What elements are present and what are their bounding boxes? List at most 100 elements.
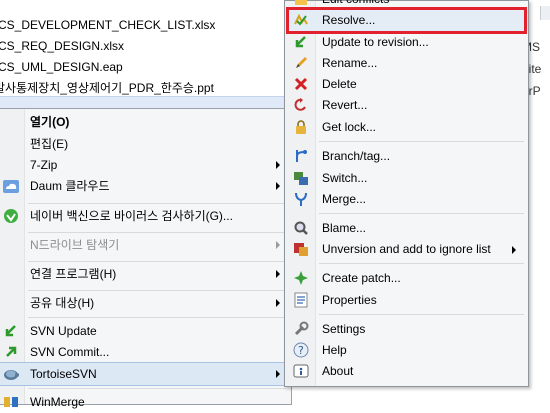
submenu-arrow-icon xyxy=(276,161,280,169)
properties-icon xyxy=(293,292,309,308)
submenu-item-rename[interactable]: Rename... xyxy=(285,53,528,74)
menu-item-label: SVN Update xyxy=(30,324,97,338)
menu-item-label: 열기(O) xyxy=(30,115,70,129)
tortoisesvn-submenu: Edit conflicts Resolve... Update to revi… xyxy=(284,0,529,387)
menu-item-label: SVN Commit... xyxy=(30,345,110,359)
settings-icon xyxy=(293,321,309,337)
submenu-arrow-icon xyxy=(276,270,280,278)
submenu-item-label: Help xyxy=(322,343,347,357)
menu-item-label: 네이버 백신으로 바이러스 검사하기(G)... xyxy=(30,209,233,223)
cloud-icon xyxy=(3,178,19,194)
submenu-item-get-lock[interactable]: Get lock... xyxy=(285,117,528,138)
menu-item-edit[interactable]: 편집(E) xyxy=(0,133,290,155)
menu-item-open-with[interactable]: 연결 프로그램(H) xyxy=(0,263,290,285)
menu-item-ndrive[interactable]: N드라이브 탐색기 xyxy=(0,234,290,256)
svn-update-icon xyxy=(3,323,19,339)
revert-icon xyxy=(293,97,309,113)
svn-commit-icon xyxy=(3,344,19,360)
submenu-item-blame[interactable]: Blame... xyxy=(285,218,528,239)
menu-separator xyxy=(28,203,286,204)
submenu-item-label: Unversion and add to ignore list xyxy=(322,242,491,256)
submenu-item-label: Rename... xyxy=(322,56,378,70)
menu-item-share-with[interactable]: 공유 대상(H) xyxy=(0,292,290,314)
submenu-item-label: Merge... xyxy=(322,192,367,206)
submenu-item-create-patch[interactable]: Create patch... xyxy=(285,268,528,289)
shield-icon xyxy=(3,208,19,224)
menu-item-svn-update[interactable]: SVN Update xyxy=(0,320,290,342)
menu-item-open[interactable]: 열기(O) xyxy=(0,111,290,133)
tortoise-icon xyxy=(3,366,19,382)
pencil-icon xyxy=(293,55,309,71)
branch-icon xyxy=(293,148,309,164)
submenu-arrow-icon xyxy=(512,246,516,254)
submenu-item-delete[interactable]: Delete xyxy=(285,74,528,95)
menu-separator xyxy=(28,388,286,389)
submenu-item-switch[interactable]: Switch... xyxy=(285,168,528,189)
blame-icon xyxy=(293,220,309,236)
submenu-item-unversion-ignore[interactable]: Unversion and add to ignore list xyxy=(285,239,528,260)
submenu-arrow-icon xyxy=(276,370,280,378)
submenu-item-help[interactable]: ? Help xyxy=(285,340,528,361)
submenu-item-label: Switch... xyxy=(322,171,368,185)
switch-icon xyxy=(293,170,309,186)
menu-item-label: 7-Zip xyxy=(30,158,58,172)
update-revision-icon xyxy=(293,34,309,50)
winmerge-icon xyxy=(3,394,19,410)
ignore-icon xyxy=(293,241,309,257)
merge-icon xyxy=(293,191,309,207)
submenu-item-update-to-revision[interactable]: Update to revision... xyxy=(285,32,528,53)
submenu-item-properties[interactable]: Properties xyxy=(285,290,528,311)
resolve-highlight-box xyxy=(286,7,527,34)
menu-separator xyxy=(28,232,286,233)
file-row[interactable]: CS_DEVELOPMENT_CHECK_LIST.xlsx xyxy=(0,15,215,36)
submenu-item-label: Get lock... xyxy=(322,120,377,134)
menu-item-label: WinMerge xyxy=(30,395,85,409)
submenu-item-label: Blame... xyxy=(322,221,367,235)
menu-separator xyxy=(319,263,524,264)
context-menu: 열기(O) 편집(E) 7-Zip Daum 클라우드 네이버 백신으로 바이러… xyxy=(0,108,292,409)
menu-separator xyxy=(28,317,286,318)
submenu-item-branch-tag[interactable]: Branch/tag... xyxy=(285,146,528,167)
submenu-item-label: Settings xyxy=(322,322,366,336)
submenu-item-label: Revert... xyxy=(322,98,368,112)
submenu-item-label: About xyxy=(322,364,354,378)
menu-separator xyxy=(28,290,286,291)
menu-item-label: 편집(E) xyxy=(30,137,69,151)
submenu-item-label: Branch/tag... xyxy=(322,149,391,163)
menu-item-winmerge[interactable]: WinMerge xyxy=(0,391,290,413)
menu-item-svn-commit[interactable]: SVN Commit... xyxy=(0,341,290,363)
submenu-item-label: Create patch... xyxy=(322,271,401,285)
submenu-item-revert[interactable]: Revert... xyxy=(285,95,528,116)
menu-item-label: 공유 대상(H) xyxy=(30,296,95,310)
file-name: CS_DEVELOPMENT_CHECK_LIST.xlsx xyxy=(0,18,216,32)
menu-separator xyxy=(319,314,524,315)
submenu-arrow-icon xyxy=(276,241,280,249)
menu-item-label: TortoiseSVN xyxy=(30,367,97,381)
patch-icon xyxy=(293,270,309,286)
menu-item-naver-vaccine[interactable]: 네이버 백신으로 바이러스 검사하기(G)... xyxy=(0,205,290,227)
menu-item-label: 연결 프로그램(H) xyxy=(30,267,117,281)
menu-item-7zip[interactable]: 7-Zip xyxy=(0,154,290,176)
column-edge xyxy=(540,6,550,20)
submenu-item-about[interactable]: About xyxy=(285,361,528,382)
lock-icon xyxy=(293,119,309,135)
submenu-arrow-icon xyxy=(276,182,280,190)
svg-text:?: ? xyxy=(298,344,304,357)
submenu-item-label: Delete xyxy=(322,77,357,91)
menu-item-label: N드라이브 탐색기 xyxy=(30,238,120,252)
about-icon xyxy=(293,363,309,379)
menu-separator xyxy=(319,141,524,142)
menu-separator xyxy=(28,261,286,262)
menu-item-label: Daum 클라우드 xyxy=(30,179,110,193)
file-name: 발사통제장치_영상제어기_PDR_한주승.ppt xyxy=(0,81,214,95)
submenu-arrow-icon xyxy=(276,299,280,307)
menu-item-daum-cloud[interactable]: Daum 클라우드 xyxy=(0,175,290,197)
delete-icon xyxy=(293,76,309,92)
submenu-item-merge[interactable]: Merge... xyxy=(285,189,528,210)
menu-separator xyxy=(319,213,524,214)
submenu-item-settings[interactable]: Settings xyxy=(285,319,528,340)
edit-conflicts-icon xyxy=(293,0,309,7)
file-row[interactable]: CS_UML_DESIGN.eap xyxy=(0,57,123,78)
file-row[interactable]: CS_REQ_DESIGN.xlsx xyxy=(0,36,124,57)
menu-item-tortoisesvn[interactable]: TortoiseSVN xyxy=(0,362,291,386)
